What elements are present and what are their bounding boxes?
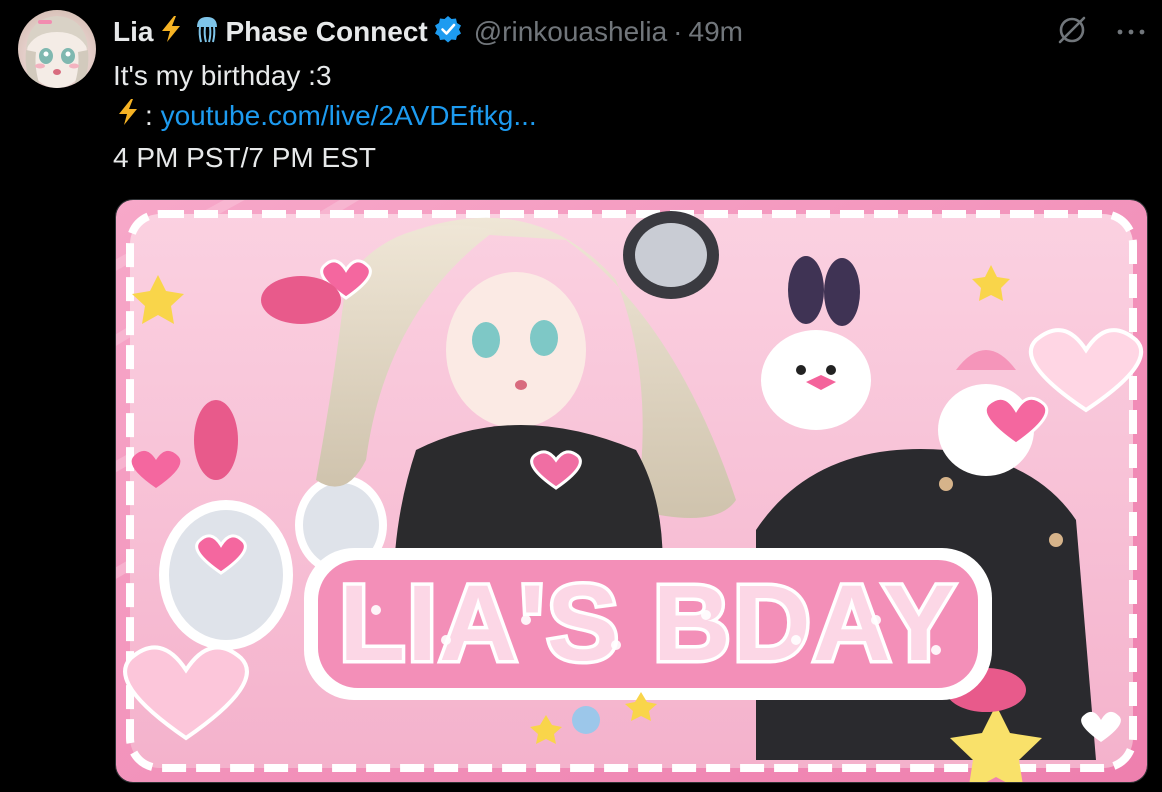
verified-badge-icon[interactable] [434,15,462,50]
avatar[interactable] [18,10,96,88]
lightning-emoji-icon [156,14,186,51]
tweet-header: Lia Phase Connect @rinkouashelia · 49m [113,12,743,52]
tweet-schedule-line: 4 PM PST/7 PM EST [113,142,376,174]
tweet-link-line: : youtube.com/live/2AVDEftkg... [113,96,537,138]
tweet: Lia Phase Connect @rinkouashelia · 49m I… [0,0,1162,792]
grok-icon[interactable] [1056,14,1088,51]
timestamp[interactable]: 49m [689,16,743,48]
author-handle[interactable]: @rinkouashelia [474,16,667,48]
separator-dot: · [673,16,683,47]
more-options-icon[interactable] [1116,24,1146,42]
lightning-emoji-icon [113,97,143,138]
link-prefix: : [145,100,153,131]
tweet-body: It's my birthday :3 : youtube.com/live/2… [113,56,537,178]
tweet-media-image[interactable]: LIA'S BDAY [115,199,1148,783]
tweet-actions [1056,14,1146,51]
jellyfish-emoji-icon [192,14,222,51]
author-display-name[interactable]: Lia [113,16,153,48]
tweet-text-line: It's my birthday :3 [113,60,332,91]
youtube-link[interactable]: youtube.com/live/2AVDEftkg... [161,100,537,131]
banner-title: LIA'S BDAY [339,562,957,683]
author-affiliation[interactable]: Phase Connect [225,16,427,48]
